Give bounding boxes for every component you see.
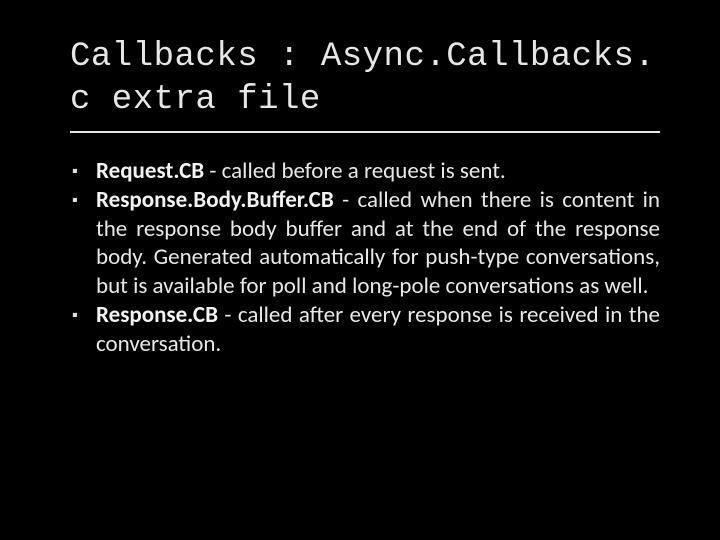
bullet-icon: ▪ bbox=[72, 157, 96, 181]
bullet-text: Response.Body.Buffer.CB - called when th… bbox=[96, 186, 660, 301]
bullet-text: Request.CB - called before a request is … bbox=[96, 157, 660, 186]
list-item: ▪ Request.CB - called before a request i… bbox=[72, 157, 660, 186]
slide-title: Callbacks : Async.Callbacks. c extra fil… bbox=[70, 36, 660, 133]
list-item: ▪ Response.CB - called after every respo… bbox=[72, 301, 660, 359]
bullet-icon: ▪ bbox=[72, 186, 96, 210]
bullet-list: ▪ Request.CB - called before a request i… bbox=[70, 157, 660, 358]
list-item: ▪ Response.Body.Buffer.CB - called when … bbox=[72, 186, 660, 301]
bullet-lead: Response.CB bbox=[96, 301, 218, 329]
bullet-lead: Request.CB bbox=[96, 157, 204, 185]
slide: Callbacks : Async.Callbacks. c extra fil… bbox=[0, 0, 720, 540]
bullet-text: Response.CB - called after every respons… bbox=[96, 301, 660, 359]
bullet-icon: ▪ bbox=[72, 301, 96, 325]
bullet-lead: Response.Body.Buffer.CB bbox=[96, 186, 334, 214]
bullet-rest: - called before a request is sent. bbox=[204, 157, 506, 185]
